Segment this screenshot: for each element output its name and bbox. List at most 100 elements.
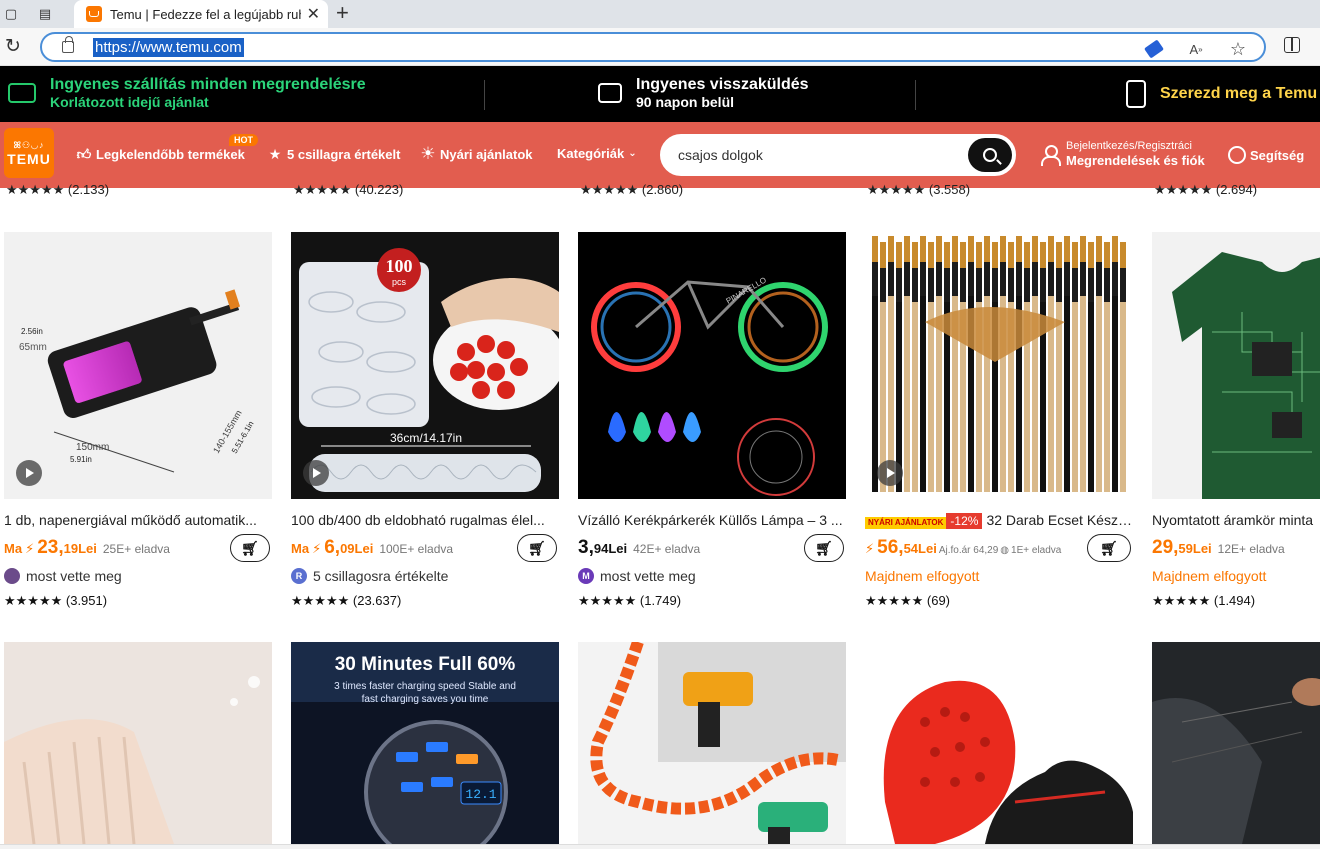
lightning-icon: ⚡ — [865, 541, 875, 556]
promo-banner: Ingyenes szállítás minden megrendelésre … — [0, 66, 1320, 122]
temu-logo[interactable]: ꕤ⚇◡♪ TEMU — [4, 128, 54, 178]
stock-status: Majdnem elfogyott — [865, 568, 980, 584]
video-play-icon[interactable] — [303, 460, 329, 486]
product-title-text: 32 Darab Ecset Készlet, M... — [986, 512, 1133, 528]
add-to-cart-button[interactable]: 🛒︎ — [804, 534, 844, 562]
product-image-welding-goggles[interactable]: 2.56in 65mm 150mm 5.91in 140-155mm 5.51-… — [4, 232, 272, 499]
cart-plus-icon: 🛒︎ — [241, 539, 259, 556]
product-rating: ★★★★★ (1.494) — [1152, 593, 1256, 608]
help-label: Segítség — [1250, 147, 1305, 163]
price-decimal: 94Lei — [593, 541, 628, 556]
free-shipping-title: Ingyenes szállítás minden megrendelésre — [50, 76, 366, 93]
product-image-safety-shoes[interactable] — [865, 642, 1133, 844]
price-prefix: Ma — [291, 541, 310, 556]
shopping-tag-icon[interactable] — [1144, 39, 1164, 59]
price-integer: 6, — [324, 537, 341, 558]
promo-divider — [484, 80, 485, 110]
account-menu[interactable]: Bejelentkezés/Regisztráci Megrendelések … — [1040, 140, 1205, 169]
workspaces-icon[interactable]: ▢ — [0, 3, 22, 25]
product-image-bike-lights[interactable]: PINARELLO — [578, 232, 846, 499]
add-to-cart-button[interactable]: 🛒︎ — [517, 534, 557, 562]
split-screen-icon[interactable] — [1284, 37, 1300, 53]
promo-divider — [915, 80, 916, 110]
address-bar-row: ↻ https://www.temu.com A» ☆ — [0, 28, 1320, 66]
sun-icon: ☀ — [420, 144, 436, 163]
add-to-cart-button[interactable]: 🛒︎ — [230, 534, 270, 562]
free-shipping-promo[interactable]: Ingyenes szállítás minden megrendelésre … — [8, 76, 366, 110]
nav-bestsellers[interactable]: 👍︎ Legkelendőbb termékek — [76, 146, 245, 162]
nav-summer-deals[interactable]: ☀ Nyári ajánlatok — [420, 144, 532, 163]
search-box[interactable]: csajos dolgok — [660, 134, 1016, 176]
search-input[interactable]: csajos dolgok — [678, 147, 763, 163]
reference-price: Aj.fo.ár 64,29 — [938, 545, 999, 556]
hot-badge: HOT — [229, 134, 258, 146]
tab-actions-icon[interactable]: ▤ — [34, 3, 56, 25]
cart-plus-icon: 🛒︎ — [1100, 539, 1118, 556]
prev-row-rating: ★★★★★ (3.558) — [867, 182, 971, 197]
nav-categories[interactable]: Kategóriák ⌄ — [557, 146, 637, 161]
video-play-icon[interactable] — [877, 460, 903, 486]
add-to-cart-button[interactable]: 🛒︎ — [1087, 534, 1131, 562]
social-proof: R 5 csillagosra értékelte — [291, 568, 448, 584]
price-integer: 23, — [37, 537, 64, 558]
video-play-icon[interactable] — [16, 460, 42, 486]
lightning-icon: ⚡ — [312, 541, 322, 556]
product-image-food-covers[interactable]: 100 pcs 36cm/14.17in — [291, 232, 559, 499]
product-image-circuit-tshirt[interactable] — [1152, 232, 1320, 499]
prev-row-rating: ★★★★★ (40.223) — [293, 182, 404, 197]
lightning-icon: ⚡ — [25, 541, 35, 556]
product-image-knit-sweater[interactable] — [4, 642, 272, 844]
favorite-star-icon[interactable]: ☆ — [1228, 39, 1248, 59]
new-tab-icon[interactable]: + — [336, 1, 349, 25]
nav-five-star[interactable]: ★ 5 csillagra értékelt — [267, 145, 401, 162]
product-title[interactable]: 100 db/400 db eldobható rugalmas élel... — [291, 512, 559, 528]
free-returns-subtitle: 90 napon belül — [636, 94, 735, 110]
read-aloud-icon[interactable]: A» — [1186, 39, 1206, 59]
product-title[interactable]: NYÁRI AJÁNLATOK -12% 32 Darab Ecset Készle… — [865, 512, 1133, 529]
product-title[interactable]: Nyomtatott áramkör minta — [1152, 512, 1320, 528]
covers-size-text: 36cm/14.17in — [390, 431, 462, 445]
free-returns-promo[interactable]: Ingyenes visszaküldés 90 napon belül — [598, 76, 809, 110]
social-proof-text: 5 csillagosra értékelte — [313, 568, 449, 584]
product-card[interactable]: Nyomtatott áramkör minta 29, 59Lei 12E+ … — [1152, 232, 1320, 612]
product-image-carbon-trim[interactable] — [1152, 642, 1320, 844]
covers-pcs-text: pcs — [392, 277, 407, 287]
product-image-brush-set[interactable] — [865, 232, 1133, 499]
stock-status: Majdnem elfogyott — [1152, 568, 1267, 584]
product-title[interactable]: Vízálló Kerékpárkerék Küllős Lámpa – 3 .… — [578, 512, 846, 528]
summer-deals-badge: NYÁRI AJÁNLATOK — [865, 517, 947, 529]
free-shipping-subtitle: Korlátozott idejű ajánlat — [50, 94, 209, 110]
url-text[interactable]: https://www.temu.com — [93, 38, 244, 57]
price-integer: 3, — [578, 537, 594, 558]
price-decimal: 19Lei — [63, 541, 97, 556]
price-integer: 56, — [877, 537, 904, 558]
lock-icon[interactable] — [62, 36, 74, 53]
product-image-flex-drill-extension[interactable] — [578, 642, 846, 844]
product-title[interactable]: 1 db, napenergiával működő automatik... — [4, 512, 272, 528]
search-button[interactable] — [968, 138, 1012, 172]
product-price: 29, 59Lei 12E+ eladva — [1152, 537, 1285, 559]
prev-row-rating: ★★★★★ (2.694) — [1154, 182, 1258, 197]
return-box-icon — [598, 83, 622, 103]
product-price: ⚡ 56, 54Lei Aj.fo.ár 64,29 ◍ 1E+ eladva — [865, 537, 1061, 559]
help-link[interactable]: Segítség — [1228, 146, 1304, 164]
discount-badge: -12% — [946, 513, 983, 529]
logo-text: TEMU — [7, 150, 51, 167]
thumbs-up-icon: 👍︎ — [76, 145, 92, 162]
reload-icon[interactable]: ↻ — [2, 34, 24, 58]
product-price: 3, 94Lei 42E+ eladva — [578, 537, 700, 559]
browser-tab[interactable]: Temu | Fedezze fel a legújabb ruh ✕ — [74, 0, 328, 28]
main-nav: ꕤ⚇◡♪ TEMU 👍︎ Legkelendőbb termékek HOT ★… — [0, 122, 1320, 188]
star-badge-icon: ★ — [268, 145, 282, 162]
tab-title: Temu | Fedezze fel a legújabb ruh — [110, 6, 301, 22]
close-tab-icon[interactable]: ✕ — [307, 4, 320, 24]
product-image-car-charger[interactable]: 30 Minutes Full 60% 3 times faster charg… — [291, 642, 559, 844]
get-app-promo[interactable]: Szerezd meg a Temu — [1126, 80, 1317, 108]
social-proof: M most vette meg — [578, 568, 696, 584]
address-bar[interactable]: https://www.temu.com A» ☆ — [40, 32, 1266, 62]
banner-line1: 3 times faster charging speed Stable and — [334, 681, 516, 692]
product-rating: ★★★★★ (3.951) — [4, 593, 108, 608]
chevron-down-icon: ⌄ — [628, 148, 637, 159]
product-price: Ma ⚡ 23, 19Lei 25E+ eladva — [4, 537, 170, 559]
product-rating: ★★★★★ (69) — [865, 593, 951, 608]
